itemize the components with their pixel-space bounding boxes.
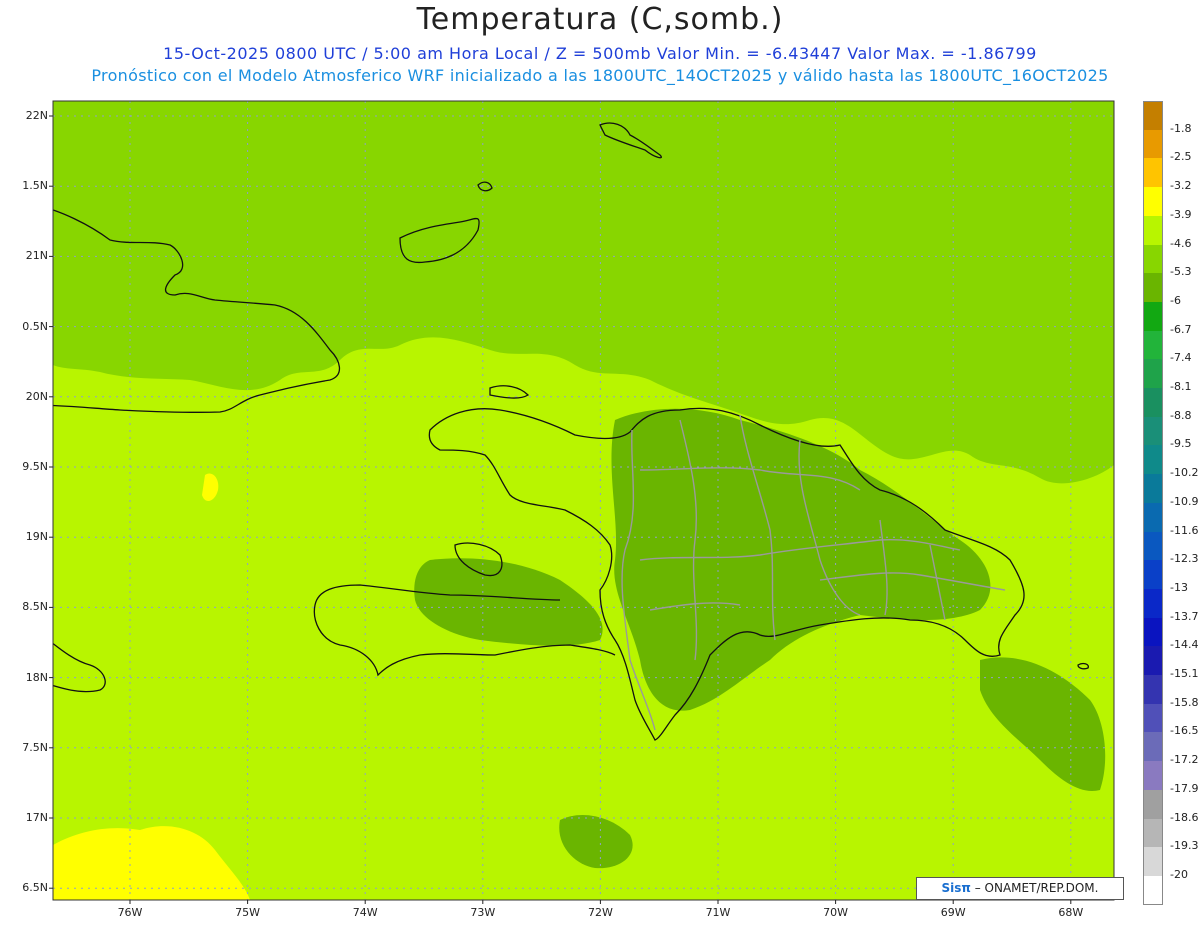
credit-box: Sisπ – ONAMET/REP.DOM. [916,877,1124,900]
colorbar-swatch [1143,617,1163,647]
longitude-label: 70W [823,906,849,919]
colorbar-label: -17.9 [1170,781,1199,795]
colorbar-swatch [1143,502,1163,532]
colorbar-label: -7.4 [1170,351,1192,365]
colorbar-swatch [1143,847,1163,877]
colorbar-label: -8.1 [1170,380,1192,393]
colorbar-swatch [1143,732,1163,762]
colorbar-swatch [1143,531,1163,561]
colorbar-label: -10.2 [1170,466,1199,480]
colorbar-label: -14.4 [1170,638,1199,652]
colorbar-label: -15.8 [1170,695,1199,709]
latitude-label: 17N [25,811,48,824]
colorbar-swatch [1143,416,1163,446]
colorbar-label: -13 [1170,580,1188,594]
colorbar-swatch [1143,129,1163,159]
colorbar-label: -5.3 [1170,265,1192,279]
latitude-label: 8.5N [22,600,48,614]
colorbar-swatch [1143,445,1163,475]
colorbar-label: -6 [1170,293,1181,307]
colorbar-swatch [1143,215,1163,245]
colorbar-swatch [1143,330,1163,360]
colorbar-swatch [1143,875,1163,906]
colorbar-swatch [1143,301,1163,332]
colorbar-label: -19.3 [1170,839,1199,853]
latitude-label: 19N [25,530,48,544]
colorbar-swatch [1143,158,1163,188]
colorbar-swatch [1143,675,1163,705]
colorbar-swatch [1143,359,1163,389]
colorbar-label: -17.2 [1170,753,1199,767]
colorbar-label: -10.9 [1170,494,1199,508]
colorbar-label: -12.3 [1170,552,1199,566]
colorbar-label: -13.7 [1170,609,1199,623]
colorbar-swatch [1143,101,1163,131]
colorbar-label: -18.6 [1170,810,1199,824]
longitude-label: 75W [235,906,261,919]
colorbar-swatch [1143,588,1163,619]
colorbar-label: -16.5 [1170,724,1199,738]
longitude-label: 74W [352,906,378,919]
colorbar-swatch [1143,244,1163,274]
longitude-label: 76W [117,906,143,919]
temperature-map [49,100,1115,904]
colorbar-swatch [1143,761,1163,791]
longitude-label: 72W [587,906,613,919]
colorbar-label: -6.7 [1170,322,1192,336]
longitude-label: 73W [470,906,496,919]
longitude-label: 69W [940,906,966,919]
colorbar-label: -8.8 [1170,408,1192,422]
latitude-label: 20N [25,389,48,403]
latitude-label: 21N [25,249,48,263]
colorbar-swatch [1143,703,1163,733]
latitude-label: 6.5N [22,881,48,895]
latitude-label: 1.5N [22,179,48,193]
colorbar-label: -15.1 [1170,667,1199,680]
latitude-label: 0.5N [22,319,48,333]
colorbar-label: -3.2 [1170,179,1192,193]
colorbar-label: -2.5 [1170,150,1192,164]
colorbar-label: -20 [1170,867,1188,881]
credit-text: – ONAMET/REP.DOM. [970,881,1099,895]
colorbar-label: -4.6 [1170,236,1192,250]
colorbar-swatch [1143,789,1163,819]
colorbar-swatch [1143,818,1163,848]
colorbar-swatch [1143,187,1163,217]
colorbar-label: -3.9 [1170,207,1192,221]
longitude-label: 71W [705,906,731,919]
colorbar-swatch [1143,474,1163,504]
colorbar-swatch [1143,560,1163,590]
sispi-logo: Sisπ [941,881,971,895]
colorbar-swatch [1143,388,1163,418]
latitude-label: 18N [25,670,48,684]
colorbar-label: -1.8 [1170,121,1192,135]
longitude-label: 68W [1058,906,1084,919]
colorbar-label: -11.6 [1170,523,1199,537]
colorbar-label: -9.5 [1170,437,1192,451]
latitude-label: 22N [25,109,48,122]
latitude-label: 7.5N [22,740,48,754]
colorbar-swatch [1143,646,1163,676]
colorbar-swatch [1143,273,1163,303]
latitude-label: 9.5N [22,460,48,473]
